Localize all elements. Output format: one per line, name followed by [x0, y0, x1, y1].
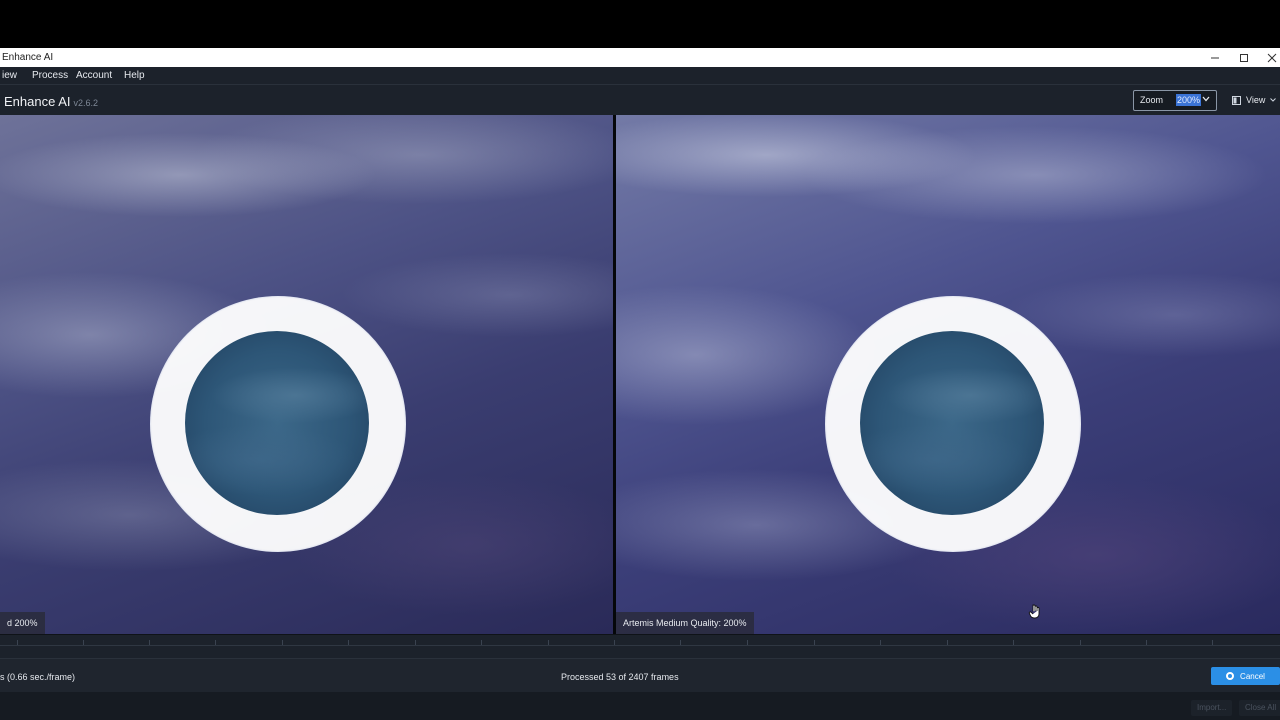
processing-progress: Processed 53 of 2407 frames [561, 672, 679, 682]
timeline-tick [415, 640, 416, 645]
minimize-icon [1210, 57, 1219, 58]
menu-item-process[interactable]: Process [32, 70, 68, 81]
timeline-track [0, 645, 1280, 646]
bottom-bar: Import... Close All [0, 692, 1280, 720]
timeline-tick [814, 640, 815, 645]
cancel-icon [1226, 672, 1235, 680]
timeline-tick [348, 640, 349, 645]
timeline-tick [614, 640, 615, 645]
chevron-down-icon [1270, 98, 1277, 102]
view-label: View [1246, 95, 1266, 105]
window-title: Enhance AI [2, 52, 54, 63]
original-preview-label: d 200% [0, 612, 45, 634]
app-title: Enhance AI v2.6.2 [4, 94, 98, 109]
menu-item-help[interactable]: Help [124, 70, 145, 81]
original-preview[interactable]: d 200% [0, 115, 613, 634]
status-bar: s (0.66 sec./frame) Processed 53 of 2407… [0, 658, 1280, 693]
close-all-button[interactable]: Close All [1239, 700, 1280, 716]
menu-bar: iew Process Account Help [0, 67, 1280, 84]
title-bar: Enhance AI [0, 48, 1280, 67]
zoom-value[interactable]: 200% [1176, 94, 1202, 106]
porthole-window [185, 331, 369, 515]
timeline-tick [1146, 640, 1147, 645]
zoom-label: Zoom [1140, 95, 1164, 105]
import-button[interactable]: Import... [1191, 700, 1233, 716]
app-name: Enhance AI [4, 94, 71, 109]
view-button[interactable]: View [1232, 92, 1277, 108]
app-window: Enhance AI iew Process Account Help Enha… [0, 48, 1280, 720]
minimize-button[interactable] [1200, 48, 1229, 67]
cancel-button[interactable]: Cancel [1211, 667, 1280, 685]
timeline-tick [747, 640, 748, 645]
timeline-tick [83, 640, 84, 645]
timeline-tick [880, 640, 881, 645]
timeline-tick [1080, 640, 1081, 645]
menu-item-account[interactable]: Account [76, 70, 112, 81]
timeline-tick [947, 640, 948, 645]
timeline-tick [282, 640, 283, 645]
layout-icon [1232, 95, 1241, 105]
timeline-tick [548, 640, 549, 645]
maximize-icon [1239, 53, 1248, 62]
chevron-down-icon[interactable] [1202, 96, 1210, 102]
menu-item-view[interactable]: iew [2, 70, 17, 81]
close-button[interactable] [1257, 48, 1280, 67]
cancel-label: Cancel [1240, 671, 1265, 681]
enhanced-preview[interactable]: Artemis Medium Quality: 200% [616, 115, 1280, 634]
processing-speed: s (0.66 sec./frame) [0, 672, 76, 682]
timeline-tick [1212, 640, 1213, 645]
timeline-tick [215, 640, 216, 645]
timeline-tick [481, 640, 482, 645]
zoom-select[interactable]: Zoom 200% [1133, 90, 1217, 111]
timeline-tick [17, 640, 18, 645]
timeline-tick [149, 640, 150, 645]
porthole-window [860, 331, 1044, 515]
hand-cursor-icon [1028, 604, 1040, 619]
app-version: v2.6.2 [73, 98, 99, 108]
close-icon [1267, 53, 1276, 62]
timeline[interactable] [0, 634, 1280, 659]
timeline-tick [1013, 640, 1014, 645]
enhanced-preview-label: Artemis Medium Quality: 200% [616, 612, 754, 634]
timeline-tick [680, 640, 681, 645]
maximize-button[interactable] [1229, 48, 1258, 67]
toolbar: Enhance AI v2.6.2 Zoom 200% View [0, 84, 1280, 116]
